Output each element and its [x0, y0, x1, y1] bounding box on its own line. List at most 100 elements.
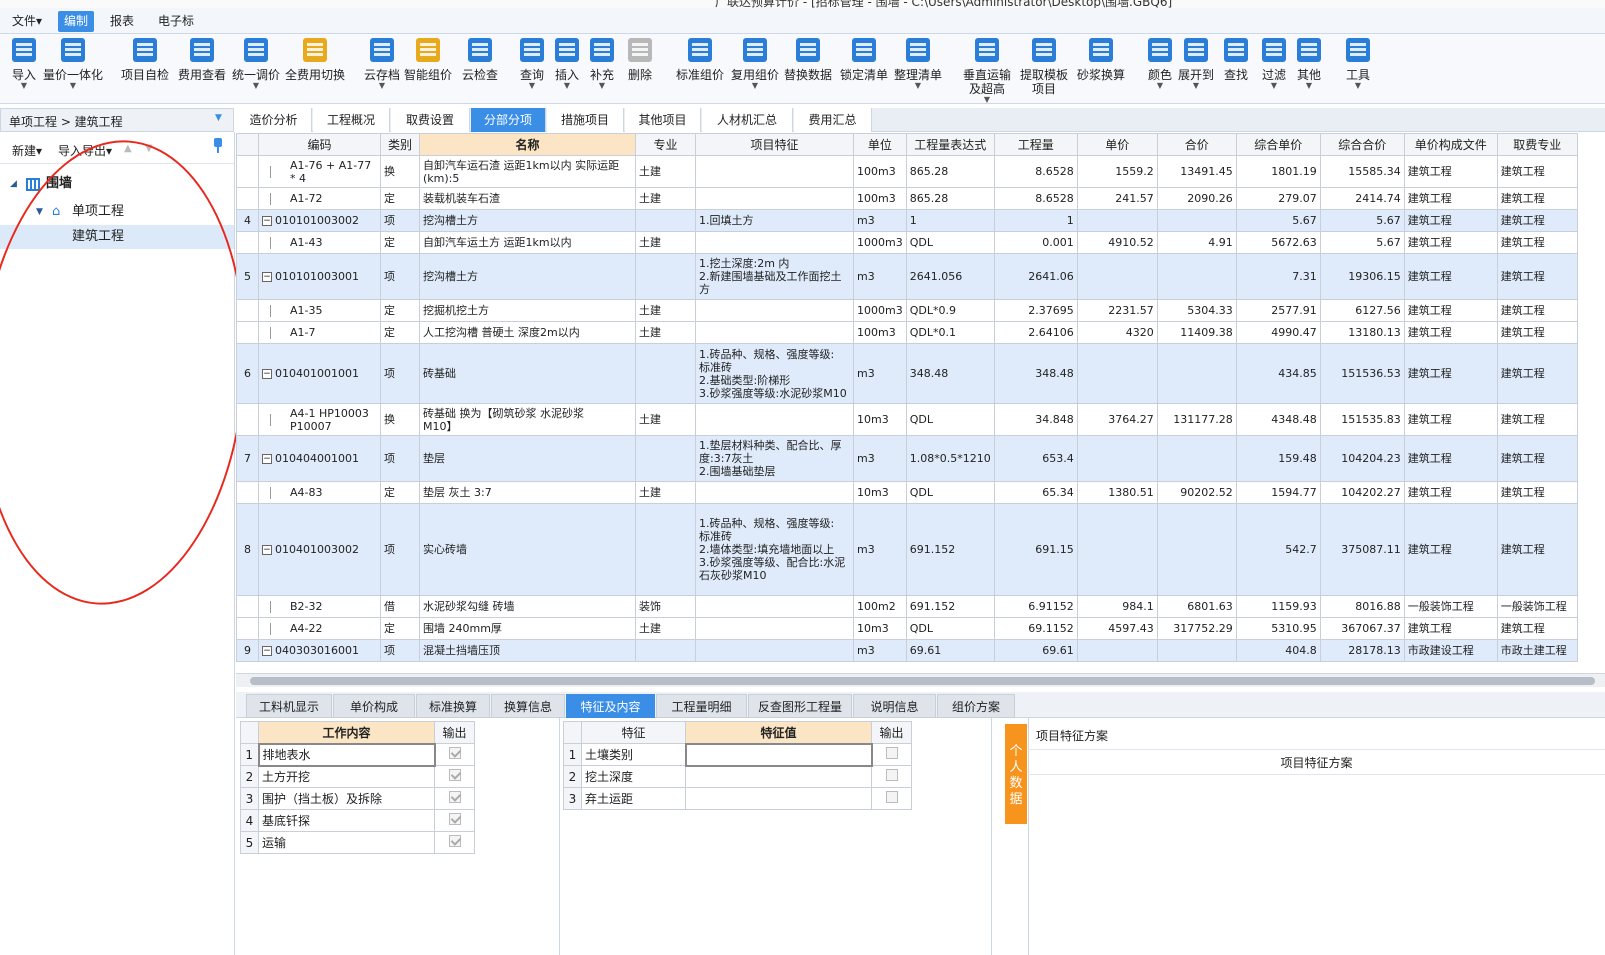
output-checkbox[interactable]	[448, 747, 461, 759]
table-row[interactable]: 4−010101003002 项挖沟槽土方 1.回填土方 m3 1 1 5.67 5.67 建筑…	[236, 209, 1578, 232]
list-item[interactable]: 3 弃土运距	[563, 787, 912, 810]
table-cell[interactable]: A1-7	[258, 321, 381, 344]
collapse-toggle-icon[interactable]: −	[262, 368, 272, 379]
table-cell[interactable]: QDL	[905, 617, 995, 640]
collapse-toggle-icon[interactable]: −	[262, 544, 272, 555]
output-cell[interactable]	[871, 743, 912, 766]
table-cell[interactable]: 434.85	[1235, 343, 1321, 404]
table-cell[interactable]: QDL	[905, 481, 995, 504]
table-cell[interactable]	[236, 403, 259, 436]
list-item[interactable]: 1 排地表水	[240, 742, 475, 767]
table-cell[interactable]: 0.001	[993, 231, 1078, 254]
table-cell[interactable]: 151536.53	[1319, 343, 1405, 404]
collapse-toggle-icon[interactable]: ◢	[10, 172, 17, 196]
table-cell[interactable]: 317752.29	[1156, 617, 1237, 640]
move-down-icon[interactable]: ▼	[145, 143, 153, 154]
tree-node-unit-project[interactable]: 建筑工程	[0, 225, 234, 249]
breadcrumb[interactable]: 单项工程 > 建筑工程 ▼	[0, 108, 234, 132]
table-cell[interactable]: QDL*0.9	[905, 299, 995, 322]
table-cell[interactable]: 建筑工程	[1403, 231, 1498, 254]
table-cell[interactable]: −040303016001	[258, 639, 381, 662]
table-cell[interactable]: −010404001001	[258, 435, 381, 482]
table-cell[interactable]: 348.48	[993, 343, 1078, 404]
table-cell[interactable]: 100m3	[853, 155, 907, 188]
collapse-toggle-icon[interactable]: −	[262, 271, 272, 282]
table-cell[interactable]	[695, 403, 854, 436]
column-header[interactable]: 类别	[380, 133, 420, 156]
table-cell[interactable]: 建筑工程	[1496, 187, 1578, 210]
table-cell[interactable]: 13180.13	[1319, 321, 1405, 344]
table-cell[interactable]: 定	[380, 321, 420, 344]
table-cell[interactable]: 建筑工程	[1496, 343, 1578, 404]
tree-node-project[interactable]: ◢ 围墙	[0, 172, 234, 196]
table-cell[interactable]: 241.57	[1076, 187, 1158, 210]
table-cell[interactable]	[236, 321, 259, 344]
table-cell[interactable]: 90202.52	[1156, 481, 1237, 504]
table-cell[interactable]: 131177.28	[1156, 403, 1237, 436]
table-cell[interactable]: 建筑工程	[1403, 299, 1498, 322]
table-cell[interactable]: 28178.13	[1319, 639, 1405, 662]
table-cell[interactable]: 建筑工程	[1403, 155, 1498, 188]
table-cell[interactable]: 4	[236, 209, 259, 232]
table-cell[interactable]: 装饰	[635, 595, 696, 618]
table-cell[interactable]: 建筑工程	[1403, 403, 1498, 436]
table-cell[interactable]: 348.48	[905, 343, 995, 404]
table-cell[interactable]: 34.848	[993, 403, 1078, 436]
table-cell[interactable]: 19306.15	[1319, 253, 1405, 300]
table-cell[interactable]: 实心砖墙	[419, 503, 636, 596]
table-cell[interactable]: QDL	[905, 403, 995, 436]
table-cell[interactable]: 5310.95	[1235, 617, 1321, 640]
column-header[interactable]: 专业	[635, 133, 696, 156]
table-row[interactable]: A1-35 定挖掘机挖土方 土建 1000m3 QDL*0.9 2.37695 2231.5…	[236, 299, 1578, 322]
table-cell[interactable]: 建筑工程	[1403, 435, 1498, 482]
table-cell[interactable]: 9	[236, 639, 259, 662]
personal-data-tab[interactable]: 个人数据	[1005, 724, 1027, 824]
table-cell[interactable]: 1159.93	[1235, 595, 1321, 618]
table-cell[interactable]: 100m2	[853, 595, 907, 618]
import-export-button[interactable]: 导入导出▾	[58, 142, 112, 159]
table-cell[interactable]: 6.91152	[993, 595, 1078, 618]
table-cell[interactable]: 建筑工程	[1496, 155, 1578, 188]
table-cell[interactable]: 5.67	[1319, 231, 1405, 254]
table-cell[interactable]: 自卸汽车运土方 运距1km以内	[419, 231, 636, 254]
table-cell[interactable]	[635, 343, 696, 404]
table-cell[interactable]: 8.6528	[993, 155, 1078, 188]
toolbar-button[interactable]: 工具 ▼	[1323, 38, 1393, 90]
output-cell[interactable]	[434, 787, 475, 810]
table-cell[interactable]: 100m3	[853, 187, 907, 210]
table-cell[interactable]: 建筑工程	[1403, 481, 1498, 504]
table-cell[interactable]: 5304.33	[1156, 299, 1237, 322]
table-cell[interactable]: 1.挖土深度:2m 内 2.新建围墙基础及工作面挖土方	[695, 253, 854, 300]
list-item[interactable]: 4 基底钎探	[240, 809, 475, 832]
table-cell[interactable]: 土建	[635, 321, 696, 344]
table-cell[interactable]: 垫层	[419, 435, 636, 482]
tab-7[interactable]: 费用汇总	[794, 108, 872, 132]
table-cell[interactable]: 69.61	[905, 639, 995, 662]
table-cell[interactable]: 垫层 灰土 3:7	[419, 481, 636, 504]
table-cell[interactable]: 2090.26	[1156, 187, 1237, 210]
detail-tab-4[interactable]: 特征及内容	[566, 694, 655, 718]
table-cell[interactable]: 2641.056	[905, 253, 995, 300]
table-row[interactable]: 5−010101003001 项挖沟槽土方 1.挖土深度:2m 内 2.新建围墙基础…	[236, 253, 1578, 300]
table-cell[interactable]: −010101003002	[258, 209, 381, 232]
menu-item[interactable]: 报表	[104, 11, 140, 32]
table-cell[interactable]: 建筑工程	[1496, 617, 1578, 640]
table-cell[interactable]: 砖基础 换为【砌筑砂浆 水泥砂浆 M10】	[419, 403, 636, 436]
table-cell[interactable]	[1156, 503, 1237, 596]
table-cell[interactable]: m3	[853, 253, 907, 300]
table-cell[interactable]: 土建	[635, 155, 696, 188]
table-cell[interactable]: 建筑工程	[1403, 321, 1498, 344]
column-header[interactable]: 编码	[258, 133, 381, 156]
move-up-icon[interactable]: ▲	[124, 143, 132, 154]
table-cell[interactable]: 8016.88	[1319, 595, 1405, 618]
table-cell[interactable]: 市政土建工程	[1496, 639, 1578, 662]
table-cell[interactable]: 定	[380, 617, 420, 640]
table-cell[interactable]: 建筑工程	[1496, 503, 1578, 596]
table-cell[interactable]: 人工挖沟槽 普硬土 深度2m以内	[419, 321, 636, 344]
table-cell[interactable]	[1156, 435, 1237, 482]
detail-tab-8[interactable]: 组价方案	[937, 694, 1015, 718]
column-header[interactable]	[236, 133, 259, 156]
table-cell[interactable]	[635, 209, 696, 232]
table-cell[interactable]: 15585.34	[1319, 155, 1405, 188]
menu-item[interactable]: 编制	[58, 11, 95, 32]
